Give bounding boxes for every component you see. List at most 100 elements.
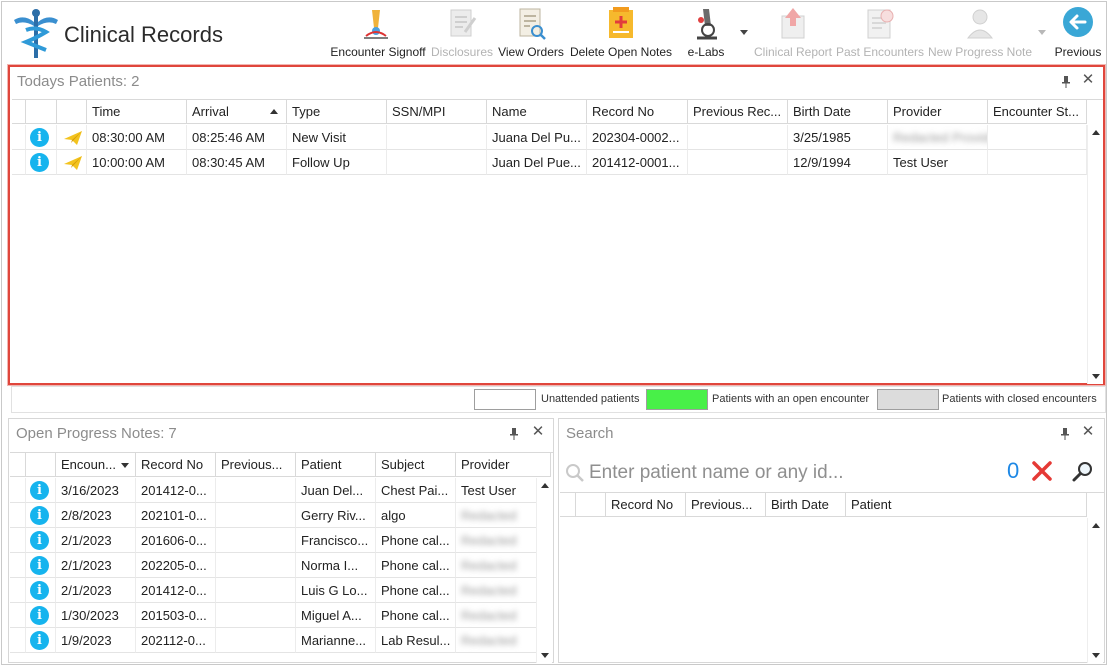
table-row[interactable]: i 2/8/2023 202101-0... Gerry Riv... algo Reda… <box>10 503 551 528</box>
row-indicator <box>10 578 26 603</box>
search-result-count: 0 <box>1007 458 1020 483</box>
info-icon[interactable]: i <box>30 606 49 625</box>
elabs-dropdown-caret-icon[interactable] <box>740 30 748 35</box>
clear-search-icon[interactable] <box>1031 460 1053 482</box>
open-progress-notes-header: Encoun... Record No Previous... Patient … <box>10 453 551 477</box>
close-icon[interactable]: ✕ <box>531 424 545 440</box>
col-time[interactable]: Time <box>87 100 187 124</box>
info-icon[interactable]: i <box>30 531 49 550</box>
table-row[interactable]: i 1/9/2023 202112-0... Marianne... Lab Resul… <box>10 628 551 653</box>
scroll-up-icon[interactable] <box>541 483 549 488</box>
table-row[interactable]: i 10:00:00 AM 08:30:45 AM Follow Up Juan… <box>12 150 1087 175</box>
past-encounters-button[interactable]: Past Encounters <box>836 4 924 62</box>
table-row[interactable]: i 08:30:00 AM 08:25:46 AM New Visit Juan… <box>12 125 1087 150</box>
scroll-up-icon[interactable] <box>1092 130 1100 135</box>
col-indicator <box>10 453 26 477</box>
info-cell[interactable]: i <box>26 553 56 578</box>
past-encounters-icon <box>867 9 894 39</box>
close-icon[interactable]: ✕ <box>1081 72 1095 88</box>
info-icon[interactable]: i <box>30 581 49 600</box>
scroll-down-icon[interactable] <box>541 653 549 658</box>
col-birth-date[interactable]: Birth Date <box>766 493 846 517</box>
col-patient[interactable]: Patient <box>296 453 376 477</box>
view-orders-button[interactable]: View Orders <box>496 4 566 62</box>
todays-patients-grid: Time Arrival Type SSN/MPI Name Record No… <box>12 99 1103 384</box>
col-provider[interactable]: Provider <box>456 453 551 477</box>
col-type[interactable]: Type <box>287 100 387 124</box>
scroll-down-icon[interactable] <box>1092 374 1100 379</box>
info-icon[interactable]: i <box>30 506 49 525</box>
birth-date-cell: 12/9/1994 <box>788 150 888 175</box>
info-cell[interactable]: i <box>26 603 56 628</box>
info-icon[interactable]: i <box>30 556 49 575</box>
col-birth-date[interactable]: Birth Date <box>788 100 888 124</box>
new-progress-note-dropdown-caret-icon[interactable] <box>1038 30 1046 35</box>
info-icon[interactable]: i <box>30 153 49 172</box>
pin-icon[interactable] <box>1061 76 1071 88</box>
info-icon[interactable]: i <box>30 631 49 650</box>
disclosures-button[interactable]: Disclosures <box>430 4 494 62</box>
col-record-no[interactable]: Record No <box>606 493 686 517</box>
search-go-icon[interactable] <box>1071 460 1095 484</box>
col-name[interactable]: Name <box>487 100 587 124</box>
info-cell[interactable]: i <box>26 150 57 175</box>
col-previous-record[interactable]: Previous Rec... <box>688 100 788 124</box>
info-cell[interactable]: i <box>26 125 57 150</box>
table-row[interactable]: i 2/1/2023 201606-0... Francisco... Phone ca… <box>10 528 551 553</box>
search-results-scrollbar[interactable] <box>1087 518 1103 663</box>
col-patient[interactable]: Patient <box>846 493 1087 517</box>
clinical-report-button[interactable]: Clinical Report <box>752 4 834 62</box>
legend-swatch-open <box>646 389 708 410</box>
col-encounter[interactable]: Encoun... <box>56 453 136 477</box>
todays-patients-scrollbar[interactable] <box>1087 125 1103 384</box>
table-row[interactable]: i 2/1/2023 202205-0... Norma I... Phone cal.… <box>10 553 551 578</box>
subject-cell: Lab Resul... <box>376 628 456 653</box>
search-title: Search <box>566 425 614 442</box>
previous-cell <box>216 528 296 553</box>
elabs-button[interactable]: e-Labs <box>678 4 734 62</box>
paper-plane-icon <box>64 156 82 170</box>
col-previous[interactable]: Previous... <box>216 453 296 477</box>
close-icon[interactable]: ✕ <box>1081 424 1095 440</box>
col-record-no[interactable]: Record No <box>587 100 688 124</box>
info-icon[interactable]: i <box>30 128 49 147</box>
open-progress-notes-grid: Encoun... Record No Previous... Patient … <box>10 452 553 663</box>
info-icon[interactable]: i <box>30 481 49 500</box>
table-row[interactable]: i 2/1/2023 201412-0... Luis G Lo... Phone ca… <box>10 578 551 603</box>
subject-cell: algo <box>376 503 456 528</box>
legend-swatch-closed <box>877 389 939 410</box>
previous-button[interactable]: Previous <box>1050 4 1106 62</box>
encounter-signoff-button[interactable]: Encounter Signoff <box>328 4 428 62</box>
info-cell[interactable]: i <box>26 503 56 528</box>
col-info[interactable] <box>576 493 606 517</box>
scroll-down-icon[interactable] <box>1092 653 1100 658</box>
new-progress-note-button[interactable]: New Progress Note <box>926 4 1034 62</box>
info-cell[interactable]: i <box>26 578 56 603</box>
subject-cell: Phone cal... <box>376 578 456 603</box>
delete-open-notes-button[interactable]: Delete Open Notes <box>568 4 674 62</box>
search-results-header: Record No Previous... Birth Date Patient <box>560 493 1087 517</box>
scroll-up-icon[interactable] <box>1092 523 1100 528</box>
legend-label-closed: Patients with closed encounters <box>942 393 1097 405</box>
col-encounter-status[interactable]: Encounter St... <box>988 100 1087 124</box>
col-flag[interactable] <box>57 100 87 124</box>
col-provider[interactable]: Provider <box>888 100 988 124</box>
col-info[interactable] <box>26 453 56 477</box>
search-input[interactable] <box>589 460 969 486</box>
encounter-date-cell: 2/1/2023 <box>56 553 136 578</box>
pin-icon[interactable] <box>509 428 519 440</box>
table-row[interactable]: i 1/30/2023 201503-0... Miguel A... Phone ca… <box>10 603 551 628</box>
col-subject[interactable]: Subject <box>376 453 456 477</box>
col-previous[interactable]: Previous... <box>686 493 766 517</box>
col-record-no[interactable]: Record No <box>136 453 216 477</box>
elabs-label: e-Labs <box>687 45 725 59</box>
info-cell[interactable]: i <box>26 628 56 653</box>
pin-icon[interactable] <box>1060 428 1070 440</box>
col-info[interactable] <box>26 100 57 124</box>
info-cell[interactable]: i <box>26 528 56 553</box>
info-cell[interactable]: i <box>26 478 56 503</box>
open-progress-notes-scrollbar[interactable] <box>536 478 552 663</box>
col-arrival[interactable]: Arrival <box>187 100 287 124</box>
col-ssn-mpi[interactable]: SSN/MPI <box>387 100 487 124</box>
table-row[interactable]: i 3/16/2023 201412-0... Juan Del... Chest Pa… <box>10 478 551 503</box>
